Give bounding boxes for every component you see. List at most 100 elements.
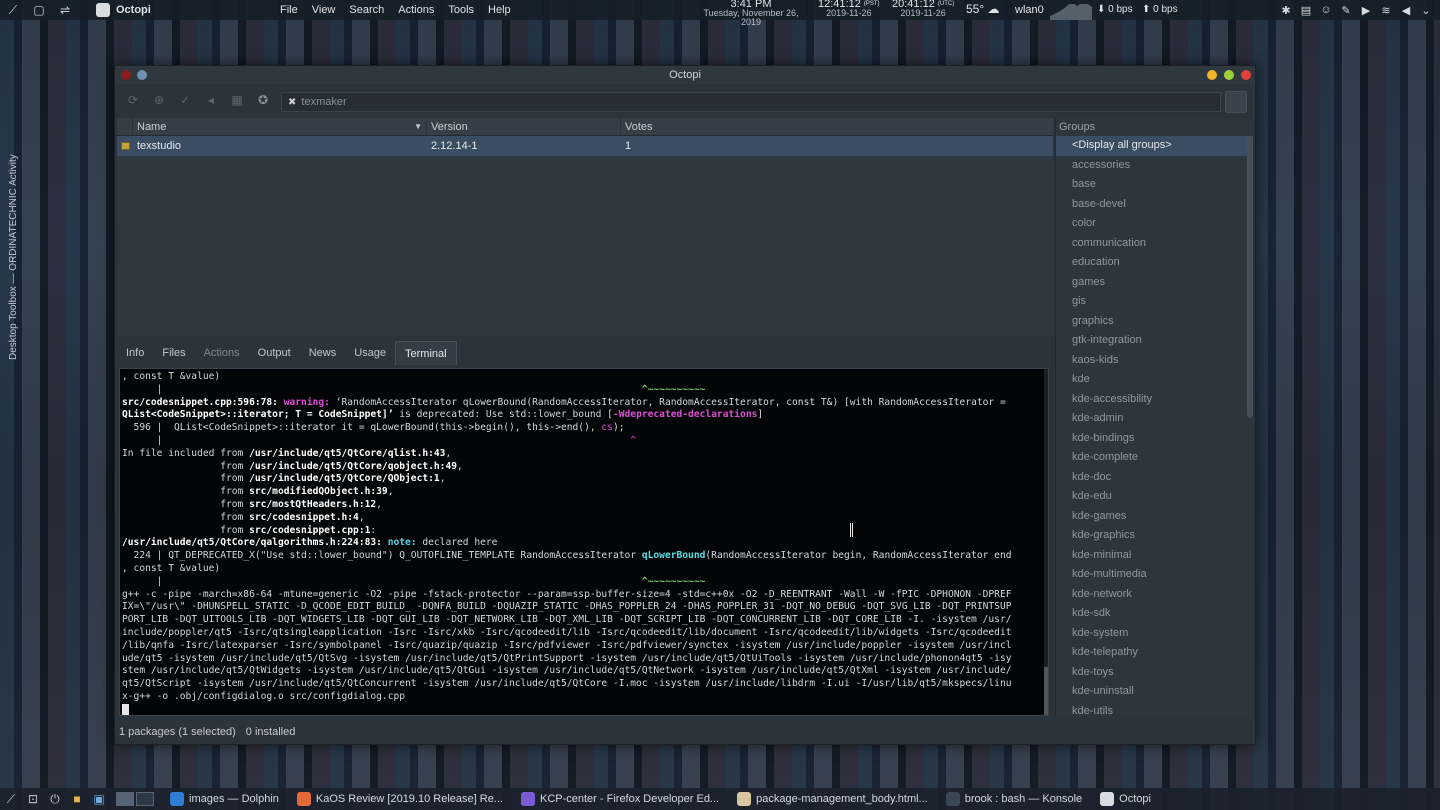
terminal-scrollbar[interactable] bbox=[1044, 369, 1048, 715]
switch-window-icon[interactable]: ⇌ bbox=[52, 0, 78, 20]
terminal-output[interactable]: , const T &value) | ^~~~~~~~~~~ src/code… bbox=[119, 368, 1049, 716]
tools-icon[interactable]: ✎ bbox=[1338, 4, 1354, 17]
tab-output[interactable]: Output bbox=[249, 341, 300, 365]
groups-scrollbar[interactable] bbox=[1247, 136, 1253, 418]
maximize-button[interactable] bbox=[1224, 70, 1234, 80]
upload-rate: ⬆ 0 bps bbox=[1142, 4, 1178, 15]
lock-icon[interactable]: ⊡ bbox=[22, 788, 44, 810]
timezone-clock-pst[interactable]: 12:41:12 (PST) 2019-11-26 bbox=[818, 0, 880, 18]
group-item[interactable]: accessories bbox=[1056, 156, 1253, 176]
group-item[interactable]: kde-network bbox=[1056, 585, 1253, 605]
desktop-icon[interactable]: ▢ bbox=[26, 0, 52, 20]
tab-news[interactable]: News bbox=[300, 341, 346, 365]
search-input[interactable]: ✖ texmaker bbox=[281, 92, 1221, 112]
group-item[interactable]: kde-utils bbox=[1056, 702, 1253, 722]
weather-widget[interactable]: 55° ☁ bbox=[966, 2, 1000, 16]
menu-file[interactable]: File bbox=[280, 4, 298, 16]
digital-clock[interactable]: 3:41 PM Tuesday, November 26, 2019 bbox=[696, 0, 806, 27]
notes-icon[interactable]: ▤ bbox=[1298, 4, 1314, 17]
task-item[interactable]: package-management_body.html... bbox=[733, 788, 932, 810]
group-item[interactable]: kde-minimal bbox=[1056, 546, 1253, 566]
task-item[interactable]: KaOS Review [2019.10 Release] Re... bbox=[293, 788, 507, 810]
group-item[interactable]: kde-edu bbox=[1056, 487, 1253, 507]
tab-terminal[interactable]: Terminal bbox=[395, 341, 457, 365]
group-item[interactable]: kde-telepathy bbox=[1056, 643, 1253, 663]
tab-files[interactable]: Files bbox=[153, 341, 194, 365]
volume-icon[interactable]: ◀ bbox=[1398, 4, 1414, 17]
folder-icon[interactable]: ■ bbox=[66, 788, 88, 810]
desktop-2[interactable] bbox=[136, 792, 154, 806]
group-item[interactable]: kde-complete bbox=[1056, 448, 1253, 468]
sync-icon[interactable]: ⟳ bbox=[123, 90, 143, 110]
pin-icon[interactable] bbox=[137, 70, 147, 80]
menu-help[interactable]: Help bbox=[488, 4, 511, 16]
octopi-mode-icon[interactable]: ✪ bbox=[253, 90, 273, 110]
window-titlebar[interactable]: Octopi bbox=[115, 66, 1255, 84]
menu-view[interactable]: View bbox=[312, 4, 336, 16]
group-item[interactable]: kaos-kids bbox=[1056, 351, 1253, 371]
task-item[interactable]: Octopi bbox=[1096, 788, 1155, 810]
column-votes[interactable]: Votes bbox=[621, 118, 1053, 135]
tab-usage[interactable]: Usage bbox=[345, 341, 395, 365]
column-status[interactable] bbox=[117, 118, 133, 135]
group-item[interactable]: kde-system bbox=[1056, 624, 1253, 644]
left-activity-dock[interactable]: Desktop Toolbox — ORDINATECHNIC Activity bbox=[0, 130, 26, 370]
group-item[interactable]: kde-uninstall bbox=[1056, 682, 1253, 702]
group-item[interactable]: communication bbox=[1056, 234, 1253, 254]
close-button[interactable] bbox=[1241, 70, 1251, 80]
column-version[interactable]: Version bbox=[427, 118, 621, 135]
group-item[interactable]: kde-bindings bbox=[1056, 429, 1253, 449]
user-icon[interactable]: ☺ bbox=[1318, 4, 1334, 16]
menu-tools[interactable]: Tools bbox=[448, 4, 474, 16]
launcher-icon[interactable]: ⟋ bbox=[0, 788, 22, 810]
weather-temp: 55° bbox=[966, 2, 985, 16]
column-name[interactable]: Name ▼ bbox=[133, 118, 427, 135]
group-item[interactable]: kde-admin bbox=[1056, 409, 1253, 429]
group-item[interactable]: kde-doc bbox=[1056, 468, 1253, 488]
virtual-desktop-pager[interactable] bbox=[116, 792, 154, 806]
group-item[interactable]: games bbox=[1056, 273, 1253, 293]
kickoff-icon[interactable]: ⟋ bbox=[0, 0, 26, 20]
group-item[interactable]: kde-games bbox=[1056, 507, 1253, 527]
group-item[interactable]: color bbox=[1056, 214, 1253, 234]
commit-icon[interactable]: ✓ bbox=[175, 90, 195, 110]
group-item[interactable]: <Display all groups> bbox=[1056, 136, 1253, 156]
menu-search[interactable]: Search bbox=[349, 4, 384, 16]
tab-actions[interactable]: Actions bbox=[195, 341, 249, 365]
group-item[interactable]: kde-graphics bbox=[1056, 526, 1253, 546]
files-icon[interactable]: ▣ bbox=[88, 788, 110, 810]
group-item[interactable]: kde bbox=[1056, 370, 1253, 390]
group-item[interactable]: base-devel bbox=[1056, 195, 1253, 215]
group-item[interactable]: kde-accessibility bbox=[1056, 390, 1253, 410]
tab-info[interactable]: Info bbox=[117, 341, 153, 365]
group-item[interactable]: gis bbox=[1056, 292, 1253, 312]
timezone-clock-utc[interactable]: 20:41:12 (UTC) 2019-11-26 bbox=[892, 0, 954, 18]
task-item[interactable]: KCP-center - Firefox Developer Ed... bbox=[517, 788, 723, 810]
task-item[interactable]: images — Dolphin bbox=[166, 788, 283, 810]
aur-icon[interactable]: ▦ bbox=[227, 90, 247, 110]
search-button[interactable] bbox=[1225, 91, 1247, 113]
clear-search-icon[interactable]: ✖ bbox=[288, 97, 296, 108]
group-item[interactable]: gtk-integration bbox=[1056, 331, 1253, 351]
active-app[interactable]: Octopi bbox=[96, 3, 256, 17]
menu-actions[interactable]: Actions bbox=[398, 4, 434, 16]
window-menu-icon[interactable] bbox=[121, 70, 131, 80]
group-item[interactable]: graphics bbox=[1056, 312, 1253, 332]
rollback-icon[interactable]: ◂ bbox=[201, 90, 221, 110]
group-item[interactable]: kde-multimedia bbox=[1056, 565, 1253, 585]
wifi-icon[interactable]: ≋ bbox=[1378, 4, 1394, 17]
top-panel: ⟋ ▢ ⇌ Octopi File View Search Actions To… bbox=[0, 0, 1440, 27]
chevron-down-icon[interactable]: ⌄ bbox=[1418, 4, 1434, 17]
task-item[interactable]: brook : bash — Konsole bbox=[942, 788, 1086, 810]
group-item[interactable]: kde-toys bbox=[1056, 663, 1253, 683]
power-icon[interactable]: ⏻ bbox=[44, 788, 66, 810]
group-item[interactable]: kde-sdk bbox=[1056, 604, 1253, 624]
system-upgrade-icon[interactable]: ⊕ bbox=[149, 90, 169, 110]
desktop-1[interactable] bbox=[116, 792, 134, 806]
minimize-button[interactable] bbox=[1207, 70, 1217, 80]
group-item[interactable]: education bbox=[1056, 253, 1253, 273]
group-item[interactable]: base bbox=[1056, 175, 1253, 195]
bluetooth-icon[interactable]: ✱ bbox=[1278, 4, 1294, 17]
table-row[interactable]: texstudio 2.12.14-1 1 bbox=[117, 136, 1053, 156]
media-play-icon[interactable]: ▶ bbox=[1358, 4, 1374, 17]
